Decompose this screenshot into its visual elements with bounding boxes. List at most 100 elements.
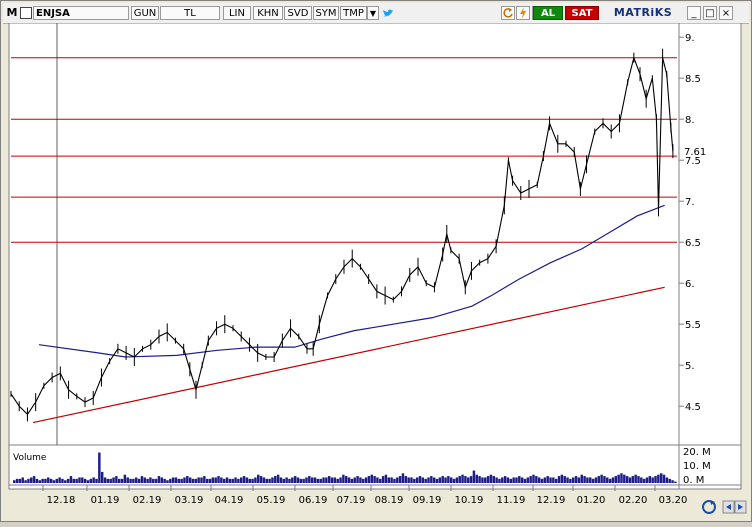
checkbox-icon[interactable] (20, 7, 32, 19)
volume-bar (654, 476, 657, 483)
scale-button[interactable]: LIN (223, 6, 251, 20)
volume-bar (41, 478, 44, 483)
volume-bar (418, 476, 422, 483)
volume-bar (549, 477, 552, 483)
volume-bar (112, 477, 115, 483)
volume-bar (364, 477, 368, 483)
volume-bar (518, 476, 521, 483)
lightning-icon[interactable] (516, 6, 530, 20)
volume-bar (330, 477, 334, 483)
volume-button[interactable]: SVD (284, 6, 312, 20)
volume-bar (379, 478, 382, 483)
menu-button[interactable]: M (5, 6, 19, 20)
volume-bar (347, 477, 351, 483)
maximize-button[interactable]: □ (703, 6, 717, 20)
volume-bar (390, 477, 393, 483)
volume-bar (432, 477, 436, 483)
last-price-label: 7.61 (684, 147, 706, 158)
volume-bar (58, 477, 61, 483)
volume-bar (234, 477, 237, 483)
volume-bar (467, 477, 470, 483)
volume-bar (569, 478, 572, 483)
minimize-button[interactable]: _ (687, 6, 701, 20)
volume-bar (86, 480, 90, 483)
volume-bar (140, 476, 144, 483)
volume-bar (611, 477, 615, 483)
volume-bar (203, 476, 206, 483)
xtick-label: 05.19 (257, 495, 286, 506)
volume-bar (251, 478, 254, 483)
volume-bar (614, 476, 618, 483)
volume-bar (535, 476, 538, 483)
volume-bar (336, 478, 339, 483)
volume-bar (515, 477, 518, 483)
volume-bar (464, 476, 467, 483)
volume-bar (625, 476, 629, 483)
scroll-left-icon[interactable] (722, 500, 735, 514)
volume-bar (152, 478, 155, 483)
volume-bar (475, 474, 478, 483)
volume-bar (631, 476, 635, 483)
ytick-label: 4.5 (685, 402, 701, 413)
volume-bar (163, 478, 166, 483)
refresh-cycle-icon[interactable] (702, 500, 716, 514)
volume-bar (574, 476, 578, 483)
volume-bar (132, 478, 135, 483)
candle-button[interactable]: KHN (253, 6, 283, 20)
volume-bar (572, 477, 575, 483)
volume-bar (427, 477, 430, 483)
volume-bar (217, 476, 220, 483)
volume-bar (35, 478, 39, 483)
volume-bar (421, 477, 425, 483)
volume-bar (345, 476, 348, 483)
volume-bar (242, 476, 246, 483)
volume-bar (228, 478, 232, 483)
volume-bar (200, 477, 203, 483)
volume-bar (81, 477, 84, 483)
chart-toolbar: M ENJSA GUN TL LIN KHN SVD SYM TMP ▼ AL … (3, 3, 749, 24)
volume-bar (254, 477, 257, 483)
currency-button[interactable]: TL (160, 6, 220, 20)
volume-bar (282, 478, 286, 483)
volume-bar (484, 477, 487, 483)
twitter-icon[interactable] (381, 6, 395, 20)
volume-bar (66, 478, 70, 483)
volume-bar (75, 478, 78, 483)
buy-button[interactable]: AL (533, 6, 563, 20)
template-button[interactable]: TMP (340, 6, 367, 20)
symbol-field[interactable]: ENJSA (33, 6, 129, 20)
period-button[interactable]: GUN (131, 6, 159, 20)
volume-bar (95, 478, 98, 483)
volume-bar (580, 474, 583, 483)
symbol-button[interactable]: SYM (313, 6, 339, 20)
volume-bar (78, 477, 81, 483)
volume-bar (191, 478, 195, 483)
volume-bar (608, 478, 612, 483)
volume-bar (606, 477, 609, 483)
refresh-icon[interactable] (501, 6, 515, 20)
scroll-right-icon[interactable] (734, 500, 747, 514)
volume-bar (342, 474, 345, 483)
price-chart[interactable]: 9.8.58.7.57.6.56.5.55.4.5 12.18 01.19 02.1… (1, 22, 752, 523)
volume-bar (339, 477, 342, 483)
ytick-label: 5.5 (685, 320, 701, 331)
volume-bar (526, 477, 530, 483)
volume-bar (651, 477, 654, 483)
volume-bar (24, 480, 27, 483)
volume-bar (410, 477, 413, 483)
volume-tick-label: 10. M (683, 461, 711, 472)
close-button[interactable]: × (719, 6, 733, 20)
volume-bar (594, 477, 598, 483)
volume-bar (274, 476, 277, 483)
volume-bar (552, 477, 555, 483)
volume-bar (18, 478, 22, 483)
volume-bar (231, 478, 234, 483)
volume-bar (554, 478, 558, 483)
volume-bar (404, 476, 408, 483)
volume-bar (98, 452, 101, 483)
sell-button[interactable]: SAT (565, 6, 599, 20)
chart-window: M ENJSA GUN TL LIN KHN SVD SYM TMP ▼ AL … (0, 0, 752, 522)
volume-bar (461, 474, 464, 483)
volume-bar (356, 476, 359, 483)
template-dropdown[interactable]: ▼ (367, 6, 379, 20)
